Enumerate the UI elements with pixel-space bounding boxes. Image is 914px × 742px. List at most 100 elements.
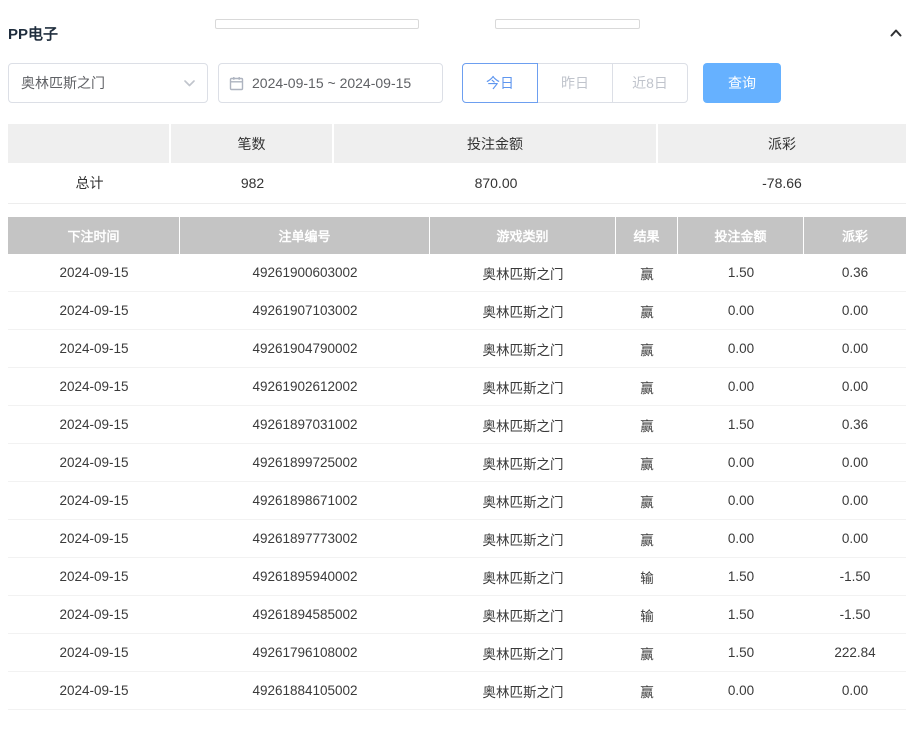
table-row: 2024-09-15 49261907103002 奥林匹斯之门 赢 0.00 0.00 [8,292,906,330]
summary-table: 笔数 投注金额 派彩 总计 982 870.00 -78.66 [8,124,906,204]
cell-id: 49261898671002 [252,493,358,508]
cell-amount: 1.50 [727,417,755,432]
cell-payout: -1.50 [839,607,871,622]
cell-amount: 0.00 [727,683,755,698]
cell-id: 49261897031002 [252,417,358,432]
game-select[interactable]: 奥林匹斯之门 [8,63,208,103]
date-range-value: 2024-09-15 ~ 2024-09-15 [252,75,412,91]
cell-payout: 0.00 [841,341,869,356]
cell-amount: 1.50 [727,265,755,280]
cell-id: 49261902612002 [252,379,358,394]
quick-button-last8days[interactable]: 近8日 [612,63,688,103]
table-header-row: 下注时间 注单编号 游戏类别 结果 投注金额 派彩 [8,217,906,254]
cell-game: 奥林匹斯之门 [482,380,564,396]
summary-payout: -78.66 [762,175,802,191]
table-body: 2024-09-15 49261900603002 奥林匹斯之门赢 1.50 0.36 2… [8,254,906,710]
section-header: PP电子 [8,22,906,44]
quick-button-today[interactable]: 今日 [462,63,538,103]
summary-count: 982 [240,175,265,191]
cell-payout: -1.50 [839,569,871,584]
cell-result: 赢 [640,494,654,510]
cell-amount: 1.50 [727,645,755,660]
cell-game: 奥林匹斯之门 [482,266,564,282]
chevron-down-icon [184,79,195,87]
table-row: 2024-09-15 49261796108002 奥林匹斯之门 赢 1.50 222.8… [8,634,906,672]
cell-game: 奥林匹斯之门 [482,532,564,548]
cell-time: 2024-09-15 [59,569,129,584]
cell-id: 49261899725002 [252,455,358,470]
table-row: 2024-09-15 49261904790002 奥林匹斯之门 赢 0.00 0.00 [8,330,906,368]
page-title: PP电子 [8,25,59,43]
summary-total-row: 总计 982 870.00 -78.66 [8,163,906,204]
cell-game: 奥林匹斯之门 [482,570,564,586]
header-bet-amount: 投注金额 [678,217,804,254]
header-result: 结果 [616,217,678,254]
table-row: 2024-09-15 49261897031002 奥林匹斯之门 赢 1.50 0.36 [8,406,906,444]
query-button[interactable]: 查询 [703,63,781,103]
cell-payout: 222.84 [834,645,876,660]
cell-payout: 0.00 [841,493,869,508]
cell-payout: 0.00 [841,303,869,318]
cell-time: 2024-09-15 [59,531,129,546]
cell-game: 奥林匹斯之门 [482,494,564,510]
cell-result: 赢 [640,342,654,358]
cell-game: 奥林匹斯之门 [482,342,564,358]
header-payout: 派彩 [804,217,906,254]
table-row: 2024-09-15 49261895940002 奥林匹斯之门 输 1.50 -1.50 [8,558,906,596]
cell-amount: 0.00 [727,379,755,394]
cell-payout: 0.00 [841,683,869,698]
bet-records-table: 下注时间 注单编号 游戏类别 结果 投注金额 派彩 2024-09-15 4926… [8,217,906,710]
summary-header-count: 笔数 [171,124,334,163]
cell-result: 赢 [640,380,654,396]
cell-id: 49261907103002 [252,303,358,318]
cell-amount: 0.00 [727,341,755,356]
summary-total-label: 总计 [75,175,104,191]
cell-result: 赢 [640,532,654,548]
cell-amount: 0.00 [727,455,755,470]
cell-game: 奥林匹斯之门 [482,608,564,624]
cell-amount: 0.00 [727,493,755,508]
cell-result: 输 [640,608,654,624]
summary-amount: 870.00 [474,175,518,191]
cell-payout: 0.00 [841,379,869,394]
cell-time: 2024-09-15 [59,683,129,698]
cell-game: 奥林匹斯之门 [482,684,564,700]
page-content: PP电子 奥林匹斯之门 2024-09-15 ~ 2024-09-15 今日 昨… [0,22,914,710]
cell-payout: 0.00 [841,531,869,546]
table-row: 2024-09-15 49261884105002 奥林匹斯之门 赢 0.00 0.00 [8,672,906,710]
cell-payout: 0.36 [841,417,869,432]
header-game-type: 游戏类别 [430,217,616,254]
cutoff-input-top-1 [215,19,419,29]
header-bet-time: 下注时间 [8,217,180,254]
cell-game: 奥林匹斯之门 [482,456,564,472]
cell-payout: 0.00 [841,455,869,470]
cell-amount: 1.50 [727,569,755,584]
cell-amount: 1.50 [727,607,755,622]
cell-result: 输 [640,570,654,586]
filter-row: 奥林匹斯之门 2024-09-15 ~ 2024-09-15 今日 昨日 近8日… [8,63,906,103]
cell-result: 赢 [640,456,654,472]
header-bet-id: 注单编号 [180,217,430,254]
table-row: 2024-09-15 49261898671002 奥林匹斯之门 赢 0.00 0.00 [8,482,906,520]
cell-time: 2024-09-15 [59,455,129,470]
cell-time: 2024-09-15 [59,303,129,318]
cell-time: 2024-09-15 [59,607,129,622]
cell-result: 赢 [640,646,654,662]
date-range-picker[interactable]: 2024-09-15 ~ 2024-09-15 [218,63,443,103]
calendar-icon [229,76,244,91]
cell-time: 2024-09-15 [59,265,129,280]
cell-time: 2024-09-15 [59,645,129,660]
cell-result: 赢 [640,304,654,320]
cell-time: 2024-09-15 [59,417,129,432]
quick-date-button-group: 今日 昨日 近8日 [462,63,688,103]
table-row: 2024-09-15 49261902612002 奥林匹斯之门 赢 0.00 0.00 [8,368,906,406]
cell-result: 赢 [640,684,654,700]
summary-header-blank [8,124,171,163]
cell-id: 49261897773002 [252,531,358,546]
summary-header-payout: 派彩 [658,124,906,163]
cell-id: 49261904790002 [252,341,358,356]
collapse-chevron-up-icon[interactable] [888,25,904,41]
table-row: 2024-09-15 49261894585002 奥林匹斯之门 输 1.50 -1.50 [8,596,906,634]
quick-button-yesterday[interactable]: 昨日 [537,63,613,103]
cell-amount: 0.00 [727,303,755,318]
